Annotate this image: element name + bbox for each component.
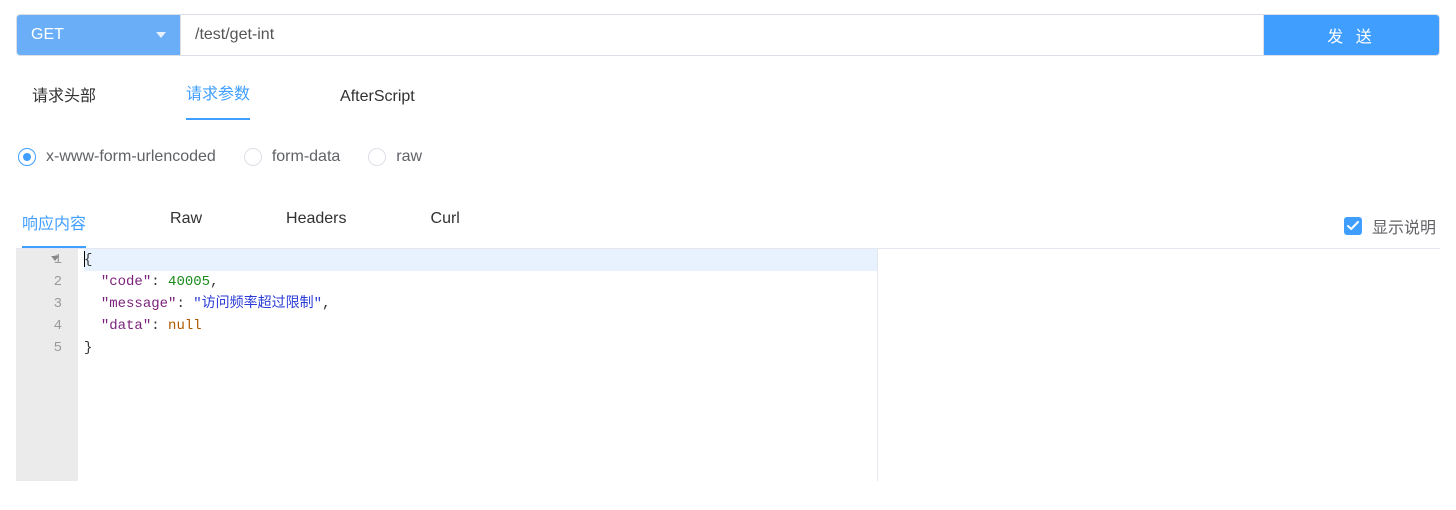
show-description-label: 显示说明 [1372, 214, 1436, 238]
fold-toggle-icon[interactable] [51, 256, 59, 261]
http-method-select[interactable]: GET [17, 15, 181, 55]
response-panel: 1 2 3 4 5 { "code": 40005, "message": "访… [16, 249, 1440, 481]
tab-request-headers[interactable]: 请求头部 [32, 82, 96, 120]
code-line: "message": "访问频率超过限制", [84, 293, 877, 315]
response-code-editor[interactable]: 1 2 3 4 5 { "code": 40005, "message": "访… [16, 249, 877, 481]
radio-label: raw [396, 148, 422, 166]
http-method-value: GET [31, 26, 64, 44]
tab-response-body[interactable]: 响应内容 [22, 210, 86, 248]
response-tabs-bar: 响应内容 Raw Headers Curl 显示说明 [16, 210, 1440, 249]
tab-afterscript[interactable]: AfterScript [340, 88, 415, 120]
code-line: "code": 40005, [84, 271, 877, 293]
body-type-radio-group: x-www-form-urlencoded form-data raw [16, 148, 1440, 166]
radio-icon [368, 148, 386, 166]
tab-request-params[interactable]: 请求参数 [186, 80, 250, 120]
radio-label: form-data [272, 148, 340, 166]
show-description-toggle[interactable]: 显示说明 [1344, 214, 1436, 248]
line-gutter: 1 2 3 4 5 [16, 249, 78, 481]
radio-label: x-www-form-urlencoded [46, 148, 216, 166]
request-bar: GET 发 送 [16, 14, 1440, 56]
send-button[interactable]: 发 送 [1263, 15, 1439, 55]
radio-form-data[interactable]: form-data [244, 148, 340, 166]
code-content[interactable]: { "code": 40005, "message": "访问频率超过限制", … [78, 249, 877, 481]
code-line: } [84, 337, 877, 359]
chevron-down-icon [156, 32, 166, 38]
code-line: { [84, 249, 877, 271]
tab-response-raw[interactable]: Raw [170, 210, 202, 248]
radio-icon [18, 148, 36, 166]
tab-response-headers[interactable]: Headers [286, 210, 346, 248]
code-line: "data": null [84, 315, 877, 337]
tab-response-curl[interactable]: Curl [431, 210, 460, 248]
response-side-panel [877, 249, 1440, 481]
url-input[interactable] [181, 15, 1263, 55]
checkbox-checked-icon [1344, 217, 1362, 235]
radio-raw[interactable]: raw [368, 148, 422, 166]
radio-icon [244, 148, 262, 166]
radio-urlencoded[interactable]: x-www-form-urlencoded [18, 148, 216, 166]
request-tabs: 请求头部 请求参数 AfterScript [16, 70, 1440, 120]
